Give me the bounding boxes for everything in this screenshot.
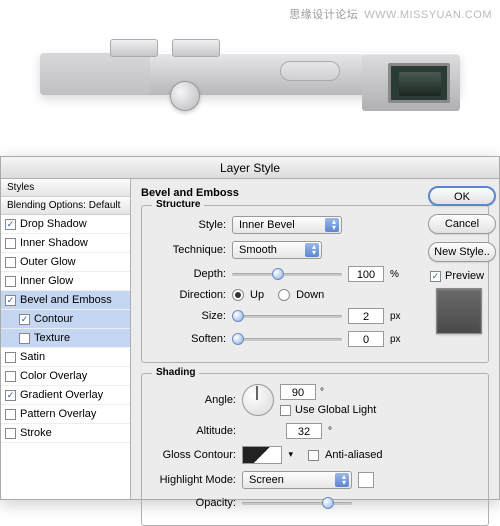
style-item-drop-shadow[interactable]: ✓ Drop Shadow bbox=[1, 215, 130, 234]
soften-input[interactable]: 0 bbox=[348, 331, 384, 347]
style-checkbox[interactable]: ✓ bbox=[5, 295, 16, 306]
style-item-inner-shadow[interactable]: Inner Shadow bbox=[1, 234, 130, 253]
highlight-mode-label: Highlight Mode: bbox=[154, 474, 236, 486]
watermark: 思缘设计论坛WWW.MISSYUAN.COM bbox=[289, 6, 492, 22]
size-label: Size: bbox=[154, 310, 226, 322]
style-item-outer-glow[interactable]: Outer Glow bbox=[1, 253, 130, 272]
style-checkbox[interactable] bbox=[5, 428, 16, 439]
technique-select[interactable]: Smooth▴▾ bbox=[232, 241, 322, 259]
altitude-label: Altitude: bbox=[154, 425, 236, 437]
cancel-button[interactable]: Cancel bbox=[428, 214, 496, 234]
highlight-color-swatch[interactable] bbox=[358, 472, 374, 488]
angle-wheel[interactable] bbox=[242, 384, 274, 416]
dialog-buttons: OK Cancel New Style.. ✓ Preview bbox=[422, 156, 500, 340]
preview-label: Preview bbox=[445, 270, 484, 282]
style-item-label: Contour bbox=[34, 313, 73, 325]
style-item-bevel-and-emboss[interactable]: ✓ Bevel and Emboss bbox=[1, 291, 130, 310]
style-checkbox[interactable] bbox=[5, 352, 16, 363]
opacity-slider[interactable] bbox=[242, 496, 352, 510]
style-item-label: Satin bbox=[20, 351, 45, 363]
style-checkbox[interactable] bbox=[5, 371, 16, 382]
style-item-label: Outer Glow bbox=[20, 256, 76, 268]
style-item-label: Bevel and Emboss bbox=[20, 294, 112, 306]
direction-down-radio[interactable] bbox=[278, 289, 290, 301]
direction-up-radio[interactable] bbox=[232, 289, 244, 301]
preview-swatch bbox=[436, 288, 482, 334]
style-checkbox[interactable] bbox=[5, 409, 16, 420]
sidebar-header-styles[interactable]: Styles bbox=[1, 179, 130, 197]
sidebar-header-blending[interactable]: Blending Options: Default bbox=[1, 197, 130, 215]
angle-label: Angle: bbox=[154, 394, 236, 406]
style-select[interactable]: Inner Bevel▴▾ bbox=[232, 216, 342, 234]
gloss-contour-picker[interactable] bbox=[242, 446, 282, 464]
global-light-checkbox[interactable] bbox=[280, 405, 291, 416]
style-checkbox[interactable]: ✓ bbox=[19, 314, 30, 325]
style-item-color-overlay[interactable]: Color Overlay bbox=[1, 367, 130, 386]
size-slider[interactable] bbox=[232, 309, 342, 323]
style-item-label: Pattern Overlay bbox=[20, 408, 96, 420]
ok-button[interactable]: OK bbox=[428, 186, 496, 206]
style-item-label: Color Overlay bbox=[20, 370, 87, 382]
soften-label: Soften: bbox=[154, 333, 226, 345]
preview-checkbox[interactable]: ✓ bbox=[430, 271, 441, 282]
styles-sidebar: Styles Blending Options: Default ✓ Drop S… bbox=[1, 179, 131, 499]
depth-input[interactable]: 100 bbox=[348, 266, 384, 282]
style-checkbox[interactable]: ✓ bbox=[5, 390, 16, 401]
angle-input[interactable]: 90 bbox=[280, 384, 316, 400]
style-item-label: Inner Glow bbox=[20, 275, 73, 287]
technique-label: Technique: bbox=[154, 244, 226, 256]
style-item-label: Inner Shadow bbox=[20, 237, 88, 249]
style-item-satin[interactable]: Satin bbox=[1, 348, 130, 367]
style-item-label: Gradient Overlay bbox=[20, 389, 103, 401]
new-style-button[interactable]: New Style.. bbox=[428, 242, 496, 262]
style-item-label: Stroke bbox=[20, 427, 52, 439]
depth-label: Depth: bbox=[154, 268, 226, 280]
style-item-inner-glow[interactable]: Inner Glow bbox=[1, 272, 130, 291]
depth-slider[interactable] bbox=[232, 267, 342, 281]
direction-label: Direction: bbox=[154, 289, 226, 301]
style-checkbox[interactable] bbox=[5, 257, 16, 268]
style-item-texture[interactable]: Texture bbox=[1, 329, 130, 348]
style-item-contour[interactable]: ✓ Contour bbox=[1, 310, 130, 329]
style-item-label: Drop Shadow bbox=[20, 218, 87, 230]
style-item-stroke[interactable]: Stroke bbox=[1, 424, 130, 443]
opacity-label: Opacity: bbox=[154, 497, 236, 509]
gloss-contour-label: Gloss Contour: bbox=[154, 449, 236, 461]
style-checkbox[interactable] bbox=[5, 238, 16, 249]
highlight-mode-select[interactable]: Screen▴▾ bbox=[242, 471, 352, 489]
size-input[interactable]: 2 bbox=[348, 308, 384, 324]
shading-group: Shading Angle: 90° Use Global Light bbox=[141, 373, 489, 526]
style-item-pattern-overlay[interactable]: Pattern Overlay bbox=[1, 405, 130, 424]
style-item-gradient-overlay[interactable]: ✓ Gradient Overlay bbox=[1, 386, 130, 405]
soften-slider[interactable] bbox=[232, 332, 342, 346]
style-checkbox[interactable]: ✓ bbox=[5, 219, 16, 230]
style-item-label: Texture bbox=[34, 332, 70, 344]
camera-illustration bbox=[0, 0, 500, 150]
antialiased-checkbox[interactable] bbox=[308, 450, 319, 461]
altitude-input[interactable]: 32 bbox=[286, 423, 322, 439]
style-checkbox[interactable] bbox=[5, 276, 16, 287]
style-checkbox[interactable] bbox=[19, 333, 30, 344]
style-label: Style: bbox=[154, 219, 226, 231]
